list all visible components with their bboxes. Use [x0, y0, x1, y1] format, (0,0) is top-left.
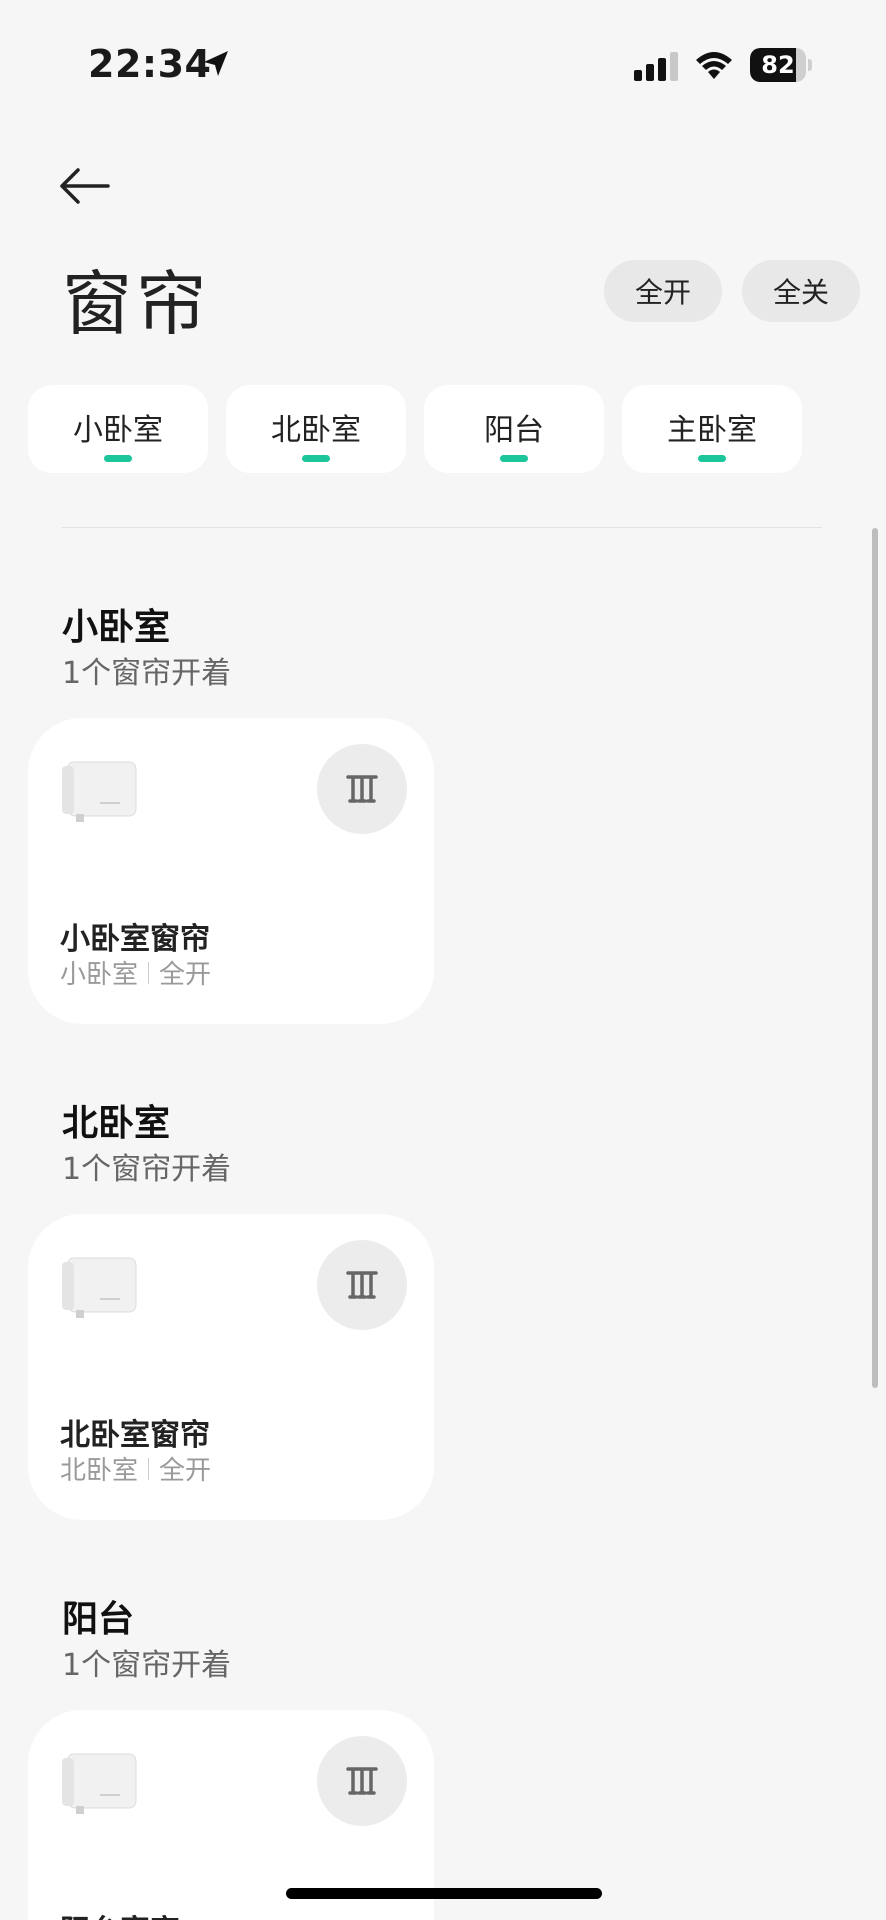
home-indicator[interactable] [286, 1888, 602, 1899]
room-tab-label: 主卧室 [667, 413, 757, 448]
curtain-toggle-button[interactable] [317, 744, 407, 834]
curtain-icon [346, 1271, 378, 1299]
room-tabs: 小卧室 北卧室 阳台 主卧室 [28, 385, 886, 473]
curtain-toggle-button[interactable] [317, 1240, 407, 1330]
curtain-motor-image [62, 761, 137, 822]
section-title: 小卧室 [62, 607, 171, 648]
section-title: 阳台 [62, 1599, 135, 1640]
device-name: 阳台窗帘 [60, 1906, 180, 1920]
section-title: 北卧室 [62, 1103, 171, 1144]
room-tab-north-bedroom[interactable]: 北卧室 [226, 385, 406, 473]
section-subtitle: 1个窗帘开着 [62, 1648, 232, 1683]
device-meta: 小卧室 全开 [60, 954, 211, 991]
battery-tip [808, 59, 812, 71]
section-subtitle: 1个窗帘开着 [62, 656, 232, 691]
curtain-icon [346, 1767, 378, 1795]
device-card[interactable]: 小卧室窗帘 小卧室 全开 [28, 718, 434, 1024]
status-time: 22:34 [88, 42, 212, 86]
arrow-left-icon [60, 168, 110, 204]
room-tab-indicator [302, 455, 330, 462]
device-room: 小卧室 [60, 960, 139, 990]
wifi-icon [696, 52, 732, 79]
curtain-toggle-button[interactable] [317, 1736, 407, 1826]
section-subtitle: 1个窗帘开着 [62, 1152, 232, 1187]
cellular-signal-icon [634, 52, 678, 81]
curtain-motor-image [62, 1753, 137, 1814]
device-room: 北卧室 [60, 1456, 139, 1486]
meta-separator [148, 961, 150, 984]
battery-body: 82 [750, 48, 806, 82]
device-state: 全开 [159, 960, 212, 990]
room-tab-indicator [500, 455, 528, 462]
device-name: 小卧室窗帘 [60, 922, 210, 957]
room-tab-balcony[interactable]: 阳台 [424, 385, 604, 473]
device-name: 北卧室窗帘 [60, 1418, 210, 1453]
room-tab-master-bedroom[interactable]: 主卧室 [622, 385, 802, 473]
battery-indicator: 82 [750, 48, 812, 82]
status-bar: 22:34 82 [0, 0, 886, 130]
device-state: 全开 [159, 1456, 212, 1486]
room-tab-indicator [104, 455, 132, 462]
back-button[interactable] [56, 160, 126, 212]
close-all-button[interactable]: 全关 [742, 260, 860, 322]
scrollbar[interactable] [872, 528, 878, 1388]
divider [62, 527, 822, 528]
room-tab-small-bedroom[interactable]: 小卧室 [28, 385, 208, 473]
location-arrow-icon [204, 51, 228, 76]
room-tab-label: 小卧室 [73, 413, 163, 448]
battery-percent: 82 [761, 51, 795, 79]
page-title: 窗帘 [62, 263, 210, 345]
room-tab-label: 阳台 [484, 413, 544, 448]
meta-separator [148, 1457, 150, 1480]
curtain-icon [346, 775, 378, 803]
device-meta: 北卧室 全开 [60, 1450, 211, 1487]
room-tab-label: 北卧室 [271, 413, 361, 448]
curtain-motor-image [62, 1257, 137, 1318]
device-card[interactable]: 北卧室窗帘 北卧室 全开 [28, 1214, 434, 1520]
open-all-button[interactable]: 全开 [604, 260, 722, 322]
room-tab-indicator [698, 455, 726, 462]
